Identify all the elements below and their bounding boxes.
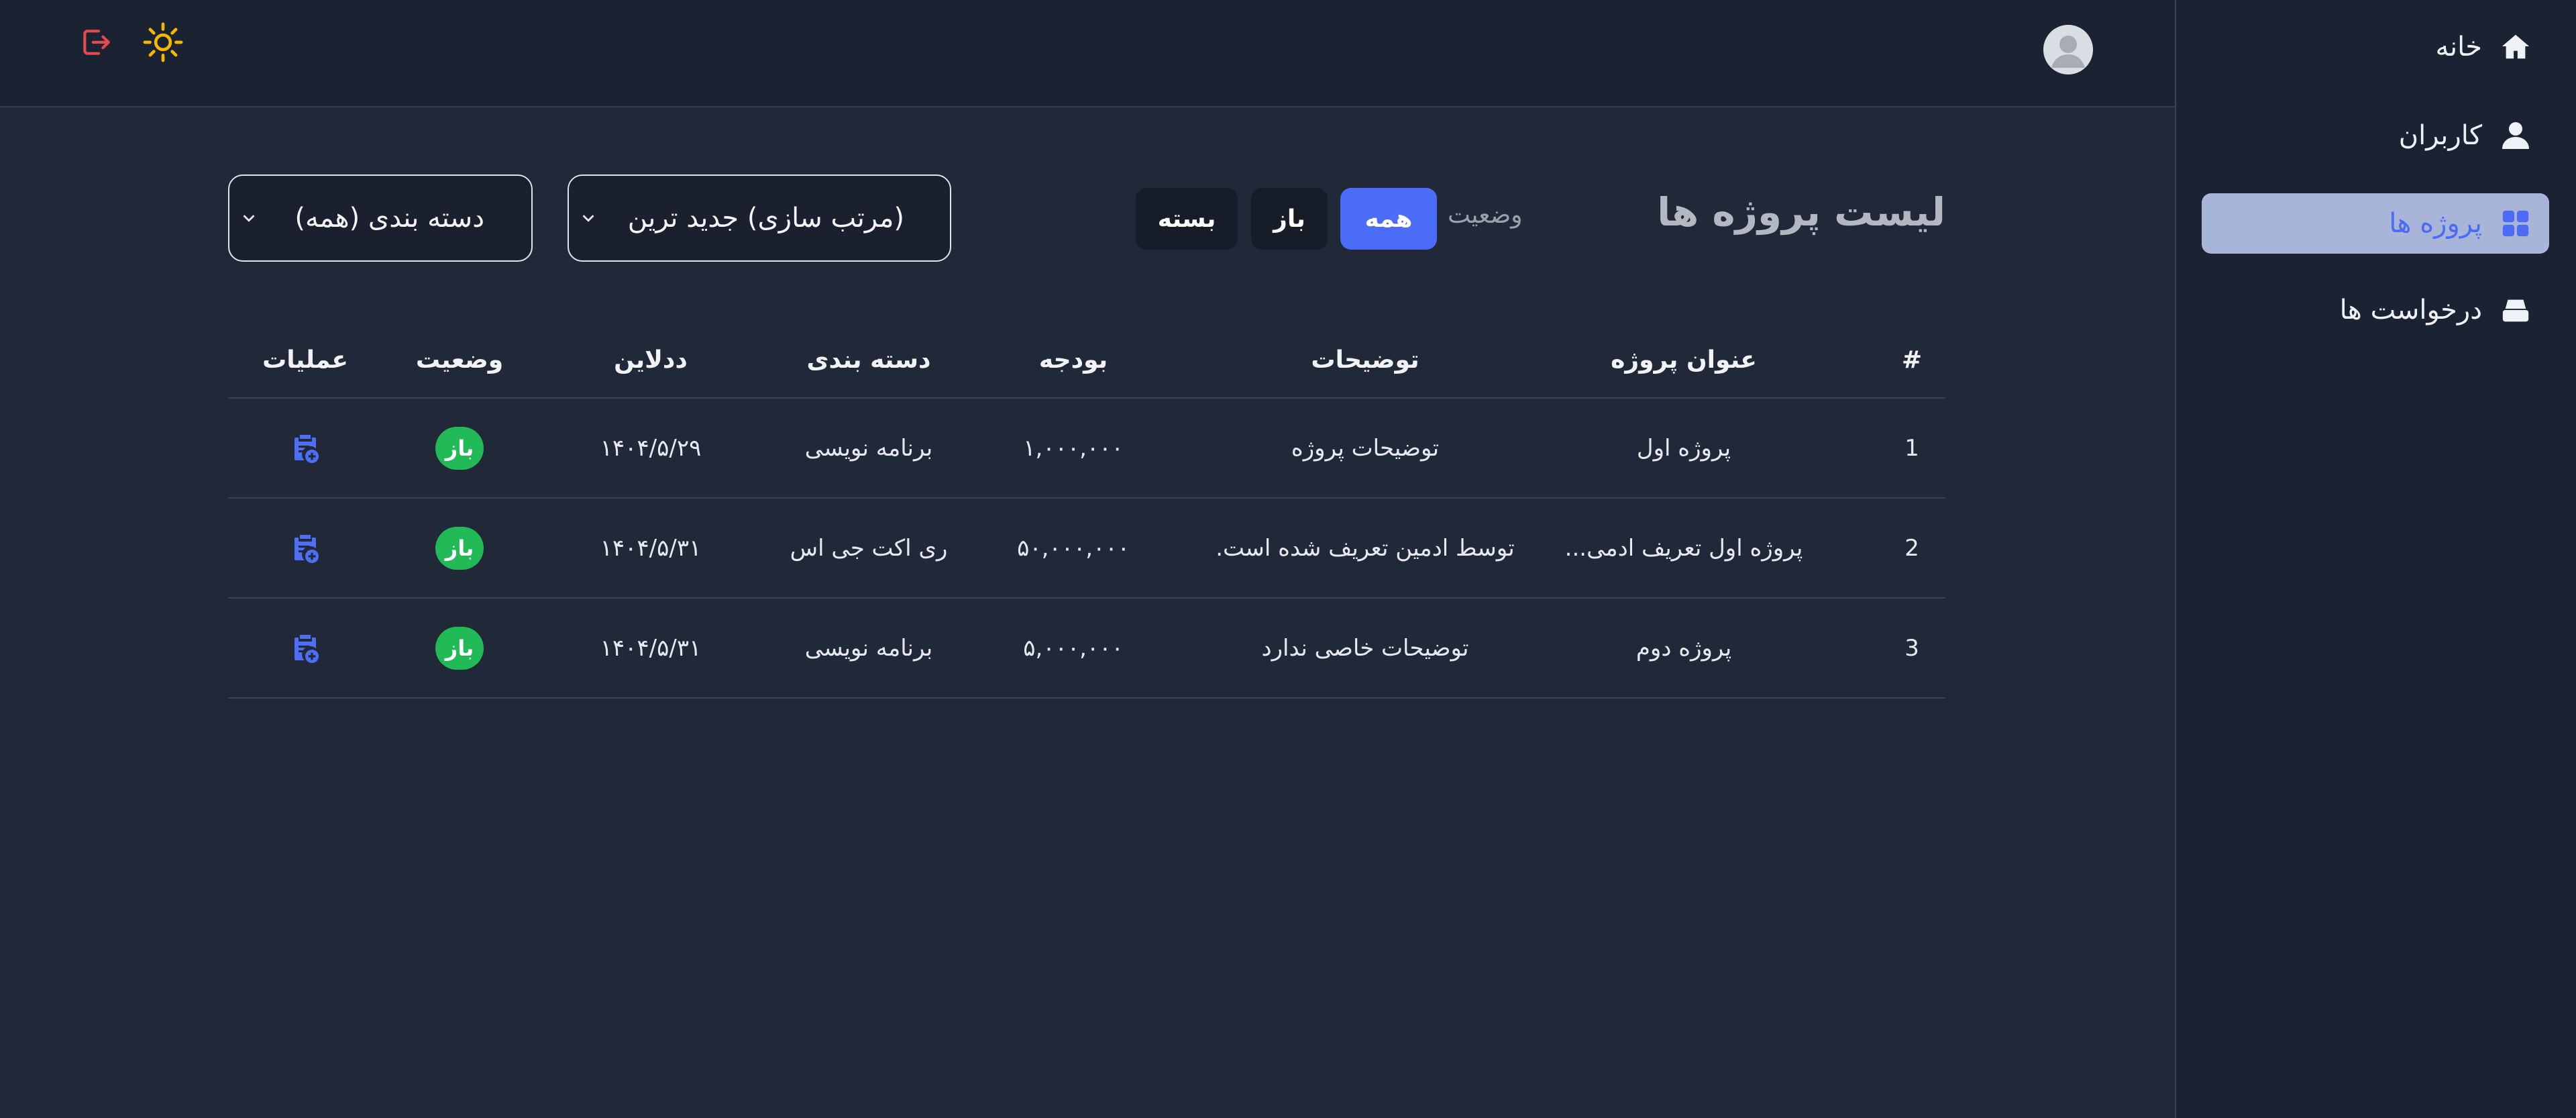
sidebar-item-label: کاربران — [2398, 120, 2482, 151]
grid-icon — [2497, 205, 2534, 242]
table-row: 1 پروژه اول توضیحات پروژه ۱,۰۰۰,۰۰۰ برنا… — [228, 399, 1945, 499]
header-title: عنوان پروژه — [1611, 346, 1757, 374]
sidebar-item-projects[interactable]: پروژه ها — [2202, 193, 2549, 254]
row-category: برنامه نویسی — [804, 634, 933, 662]
status-filter-label: وضعیت — [1448, 201, 1523, 229]
row-actions — [228, 399, 382, 497]
row-title: پروژه اول — [1636, 434, 1731, 462]
header-index: # — [1901, 346, 1923, 374]
row-status: باز — [382, 399, 537, 497]
row-description: توضیحات خاصی ندارد — [1261, 634, 1469, 662]
row-deadline: ۱۴۰۴/۵/۳۱ — [600, 634, 702, 662]
sidebar: خانه کاربران پروژه ها درخواست ها — [2175, 0, 2576, 1118]
row-deadline: ۱۴۰۴/۵/۳۱ — [600, 534, 702, 562]
header-description: توضیحات — [1311, 346, 1419, 374]
page-title: لیست پروژه ها — [1657, 189, 1945, 235]
logout-icon[interactable] — [72, 19, 119, 66]
sidebar-item-label: پروژه ها — [2389, 208, 2482, 239]
sun-icon[interactable] — [140, 19, 186, 66]
row-description: توضیحات پروژه — [1291, 434, 1440, 462]
app-root: خانه کاربران پروژه ها درخواست ها لیست پر… — [0, 0, 2576, 1118]
row-actions — [228, 499, 382, 597]
sidebar-item-home[interactable]: خانه — [2202, 17, 2549, 77]
avatar[interactable] — [2043, 25, 2093, 74]
filter-all-button[interactable]: همه — [1340, 188, 1437, 250]
sidebar-item-label: درخواست ها — [2339, 295, 2482, 325]
user-icon — [2497, 117, 2534, 154]
row-index: 1 — [1904, 434, 1919, 462]
header-actions: عملیات — [262, 346, 348, 374]
clipboard-add-icon[interactable] — [287, 630, 323, 666]
sidebar-item-requests[interactable]: درخواست ها — [2202, 280, 2549, 340]
table-row: 3 پروژه دوم توضیحات خاصی ندارد ۵,۰۰۰,۰۰۰… — [228, 599, 1945, 699]
chevron-down-icon — [239, 208, 259, 228]
sidebar-item-label: خانه — [2435, 32, 2483, 62]
clipboard-add-icon[interactable] — [287, 430, 323, 466]
projects-table: # عنوان پروژه توضیحات بودجه دسته بندی دد… — [228, 322, 1945, 699]
header-budget: بودجه — [1038, 346, 1108, 374]
status-badge: باز — [435, 426, 484, 470]
row-deadline: ۱۴۰۴/۵/۲۹ — [600, 434, 702, 462]
inbox-icon — [2497, 291, 2534, 329]
row-index: 3 — [1904, 634, 1919, 662]
status-badge: باز — [435, 526, 484, 570]
row-title: پروژه دوم — [1635, 634, 1732, 662]
sidebar-item-users[interactable]: کاربران — [2202, 105, 2549, 166]
filter-open-button[interactable]: باز — [1251, 188, 1328, 250]
row-index: 2 — [1904, 534, 1919, 562]
sort-select-value: (مرتب سازی) جدید ترین — [627, 203, 904, 234]
row-category: ری اکت جی اس — [790, 534, 948, 562]
header-deadline: ددلاین — [614, 346, 688, 374]
home-icon — [2497, 28, 2534, 66]
header-category: دسته بندی — [806, 346, 931, 374]
row-budget: ۵,۰۰۰,۰۰۰ — [1023, 634, 1124, 662]
chevron-down-icon — [578, 208, 598, 228]
row-status: باز — [382, 599, 537, 697]
row-actions — [228, 599, 382, 697]
clipboard-add-icon[interactable] — [287, 530, 323, 566]
header-status: وضعیت — [415, 346, 504, 374]
table-row: 2 پروژه اول تعریف ادمی... توسط ادمین تعر… — [228, 499, 1945, 599]
row-description: توسط ادمین تعریف شده است. — [1216, 534, 1515, 562]
filter-closed-button[interactable]: بسته — [1136, 188, 1238, 250]
row-title: پروژه اول تعریف ادمی... — [1564, 534, 1803, 562]
row-category: برنامه نویسی — [804, 434, 933, 462]
category-select-value: دسته بندی (همه) — [294, 203, 484, 234]
table-header-row: # عنوان پروژه توضیحات بودجه دسته بندی دد… — [228, 322, 1945, 399]
category-select[interactable]: دسته بندی (همه) — [228, 174, 533, 262]
top-header — [0, 0, 2175, 107]
row-budget: ۵۰,۰۰۰,۰۰۰ — [1017, 534, 1130, 562]
sort-select[interactable]: (مرتب سازی) جدید ترین — [568, 174, 951, 262]
row-budget: ۱,۰۰۰,۰۰۰ — [1023, 434, 1124, 462]
row-status: باز — [382, 499, 537, 597]
status-badge: باز — [435, 626, 484, 670]
